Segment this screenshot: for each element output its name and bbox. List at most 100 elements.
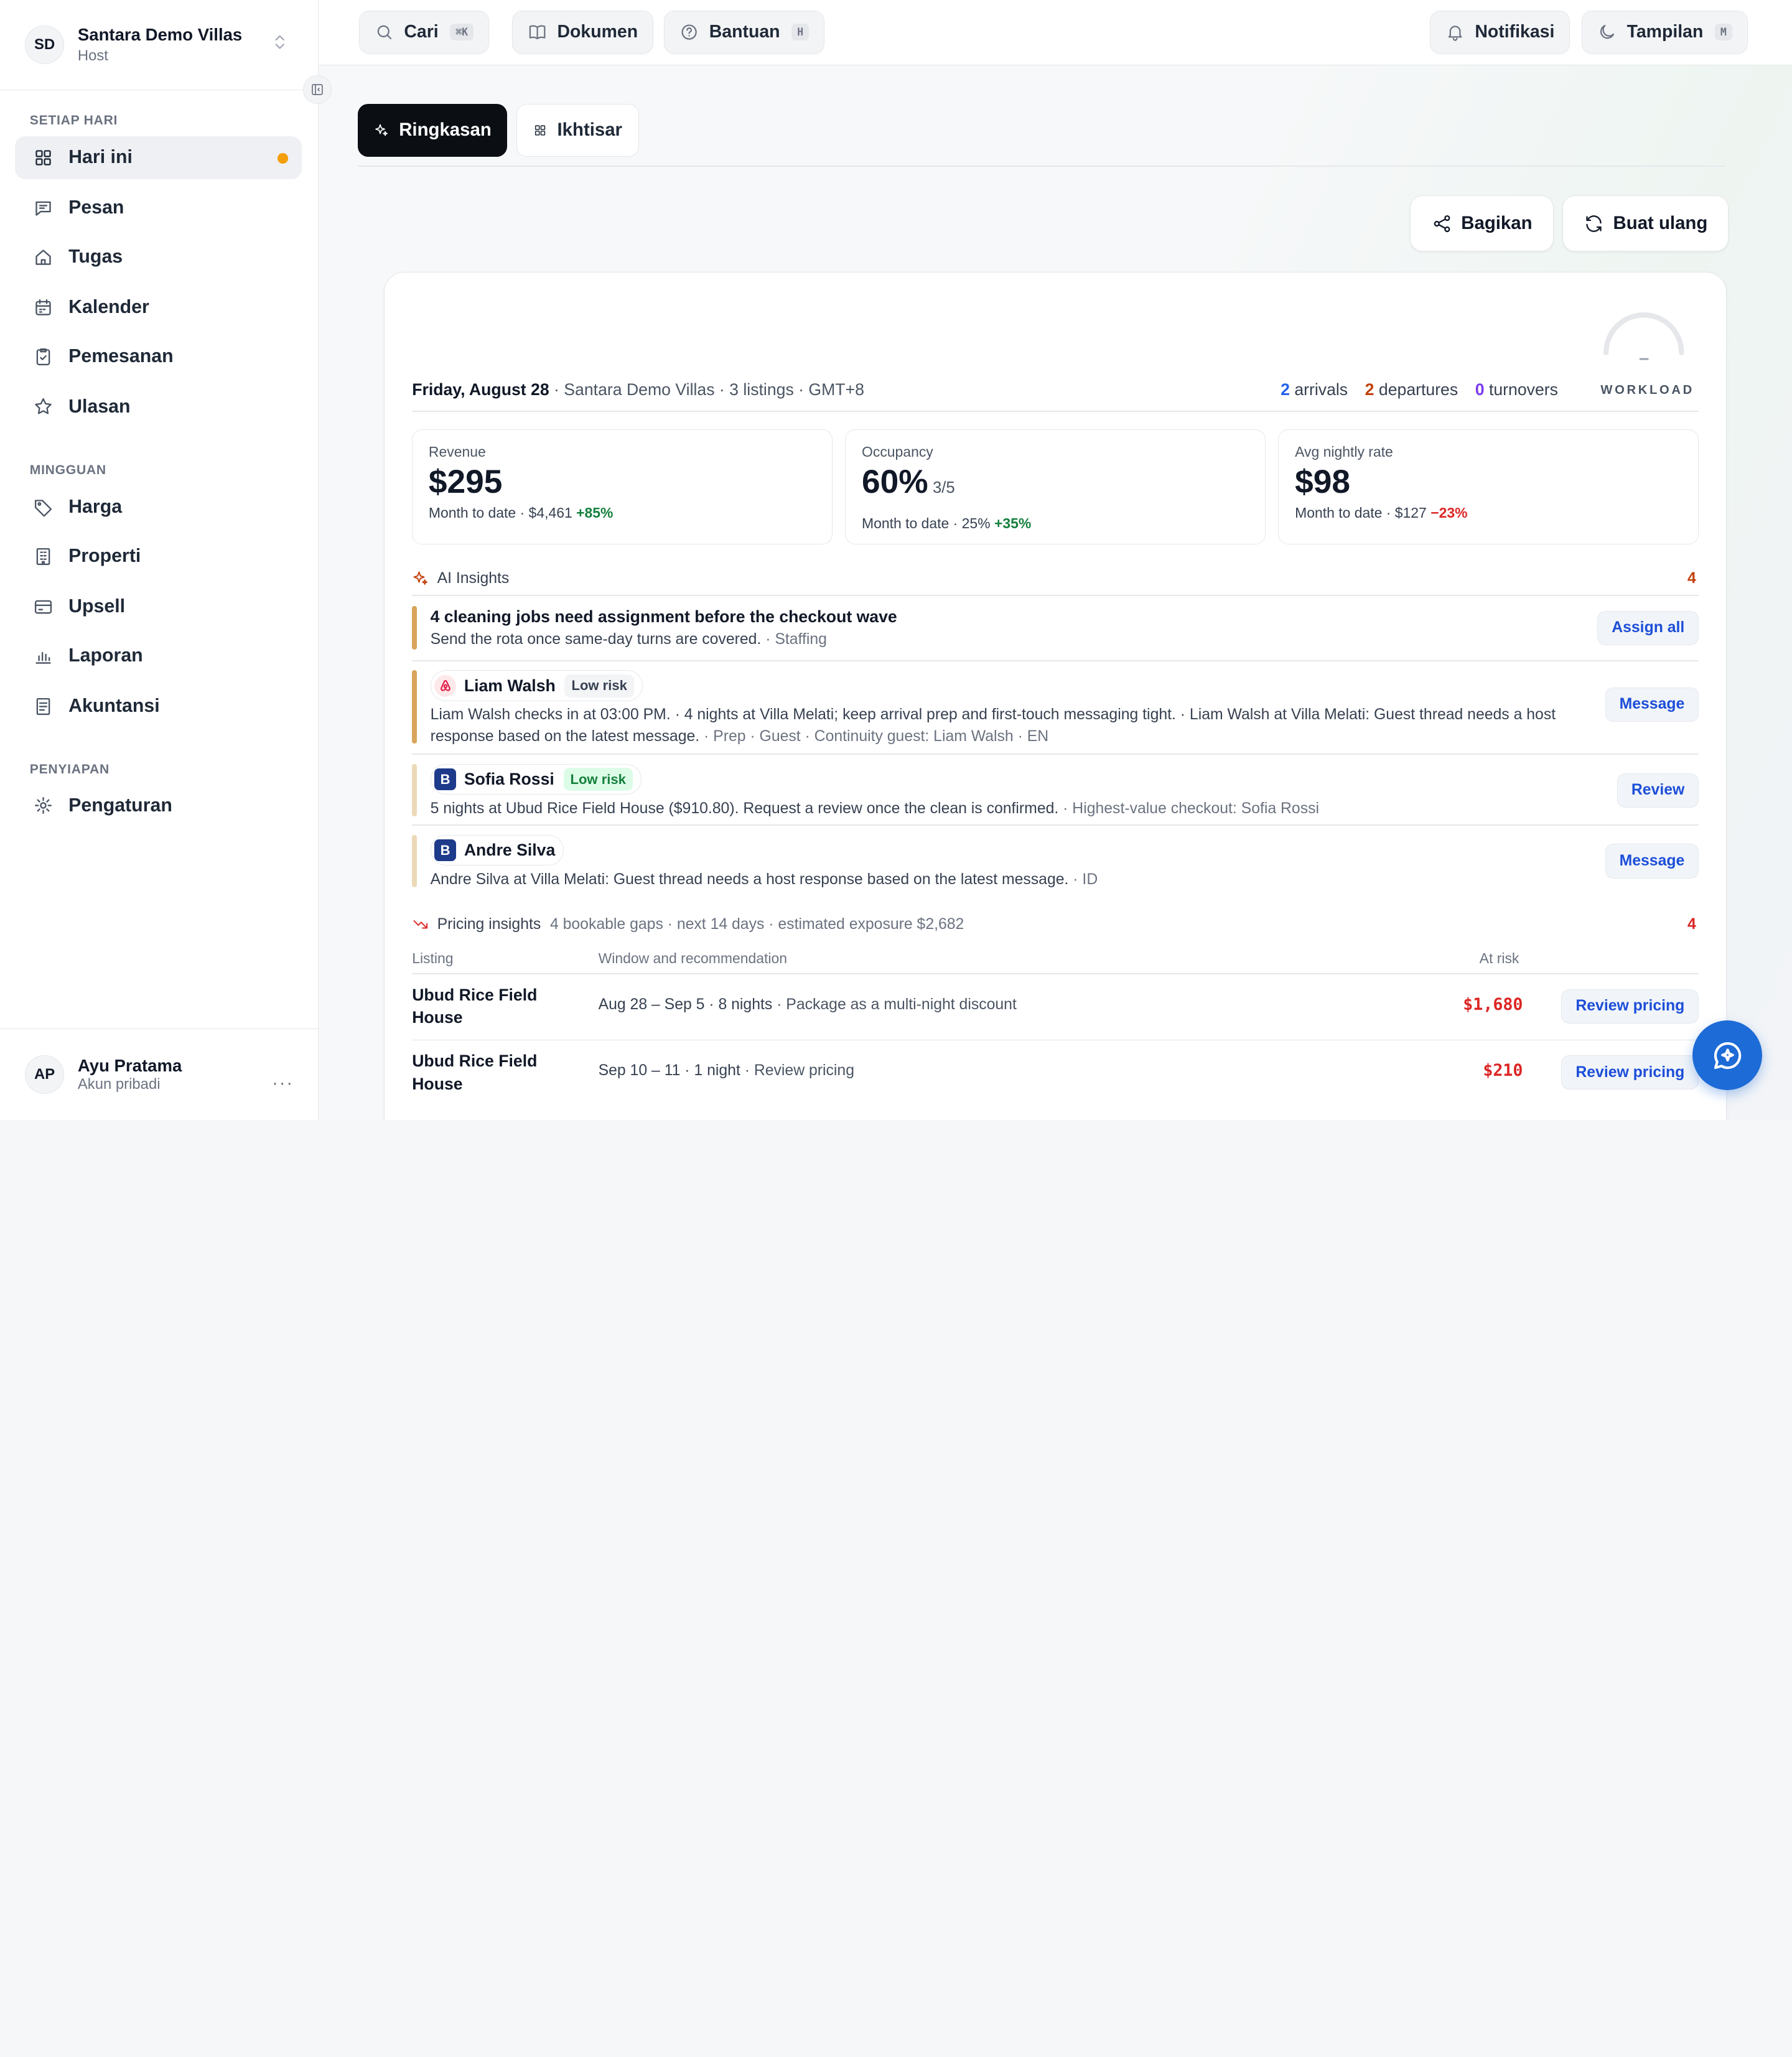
chat-sparkle-icon (1714, 1042, 1741, 1069)
sidebar-collapse-icon (311, 84, 323, 95)
stat-value: 60% 3/5 (862, 463, 955, 500)
listing-name: Ubud Rice Field House (412, 985, 538, 1027)
column-header-at-risk: At risk (1479, 950, 1519, 967)
insight-accent (412, 834, 417, 888)
sidebar-item-tasks[interactable]: Tugas (15, 235, 302, 279)
stat-delta: +85% (576, 505, 614, 521)
search-label: Cari (404, 21, 439, 42)
review-pricing-button[interactable]: Review pricing (1561, 1055, 1699, 1090)
collapse-sidebar-button[interactable] (302, 75, 332, 105)
daily-summary-card: – WORKLOAD Friday, August 28 · Santara D… (384, 272, 1727, 1120)
sidebar-item-upsell[interactable]: Upsell (15, 585, 302, 628)
sidebar-item-properties[interactable]: Properti (15, 535, 302, 579)
stat-delta: +35% (994, 515, 1032, 531)
sidebar-item-bookings[interactable]: Pemesanan (15, 335, 302, 378)
booking-icon: B (434, 768, 456, 791)
search-button[interactable]: Cari ⌘K (358, 10, 490, 54)
sidebar-item-reviews[interactable]: Ulasan (15, 385, 302, 429)
sidebar-item-settings[interactable]: Pengaturan (15, 784, 302, 828)
workload-value: – (1638, 348, 1650, 369)
regenerate-label: Buat ulang (1613, 213, 1708, 234)
sidebar-item-label: Pengaturan (68, 795, 172, 816)
workload-label: WORKLOAD (1600, 383, 1694, 398)
clipboard-check-icon (36, 348, 50, 365)
stat-card-adr: Avg nightly rate $98 Month to date · $12… (1278, 429, 1699, 545)
at-risk-value: $1,680 (1463, 994, 1523, 1014)
pricing-insights-header: Pricing insights 4 bookable gaps · next … (412, 916, 964, 933)
divider (412, 660, 1699, 661)
listing-name: Ubud Rice Field House (412, 1052, 538, 1093)
sidebar-item-label: Harga (68, 497, 123, 518)
stat-label: Avg nightly rate (1295, 443, 1393, 460)
more-options-icon[interactable]: ··· (272, 1073, 294, 1094)
guest-chip[interactable]: B Andre Silva (430, 834, 564, 866)
refresh-icon (1586, 215, 1602, 232)
sidebar-item-pricing[interactable]: Harga (15, 486, 302, 529)
shortcut-badge: M (1714, 24, 1733, 40)
guest-chip[interactable]: Liam Walsh Low risk (430, 670, 643, 701)
divider (412, 753, 1699, 755)
user-menu[interactable]: AP Ayu Pratama Akun pribadi ··· (0, 1028, 318, 1120)
stat-sub: Month to date · $127 −23% (1295, 505, 1468, 521)
building-icon (36, 548, 50, 566)
ai-insights-header: AI Insights (412, 570, 509, 587)
appearance-button[interactable]: Tampilan M (1581, 10, 1748, 54)
sidebar-item-messages[interactable]: Pesan (15, 186, 302, 230)
ai-insights-title: AI Insights (437, 569, 510, 587)
review-pricing-button[interactable]: Review pricing (1561, 989, 1699, 1024)
help-button[interactable]: Bantuan H (664, 10, 825, 54)
sidebar-item-today[interactable]: Hari ini (14, 136, 302, 180)
trending-down-icon (413, 920, 428, 929)
notifications-label: Notifikasi (1475, 21, 1555, 42)
insight-desc: Andre Silva at Villa Melati: Guest threa… (430, 870, 1098, 888)
sparkle-icon (375, 124, 388, 136)
notifications-button[interactable]: Notifikasi (1429, 10, 1570, 54)
guest-name: Liam Walsh (464, 676, 556, 695)
assistant-chat-button[interactable] (1692, 1020, 1763, 1091)
tab-overview[interactable]: Ikhtisar (516, 104, 639, 157)
avatar: AP (25, 1055, 64, 1094)
card-icon (35, 600, 52, 614)
window-text: Aug 28 – Sep 5 · 8 nights · Package as a… (598, 996, 1017, 1013)
sidebar-item-reports[interactable]: Laporan (15, 634, 302, 678)
workspace-switcher[interactable]: SD Santara Demo Villas Host (0, 0, 318, 91)
airbnb-icon (434, 674, 456, 697)
bar-chart-icon (35, 651, 51, 664)
sidebar-item-accounting[interactable]: Akuntansi (15, 684, 302, 728)
review-button[interactable]: Review (1617, 773, 1699, 808)
guest-name: Andre Silva (464, 841, 556, 860)
ledger-icon (36, 697, 50, 715)
section-title-setup: PENYIAPAN (29, 762, 110, 777)
moon-icon (1600, 24, 1614, 39)
sidebar-item-label: Laporan (68, 645, 143, 666)
stat-label: Occupancy (862, 443, 933, 460)
help-label: Bantuan (709, 21, 780, 42)
message-button[interactable]: Message (1605, 844, 1699, 879)
insight-desc: Liam Walsh checks in at 03:00 PM. · 4 ni… (430, 706, 1556, 745)
workspace-role: Host (77, 47, 108, 64)
bell-icon (1448, 26, 1462, 41)
sidebar-item-label: Hari ini (68, 147, 133, 168)
risk-badge: Low risk (564, 674, 634, 697)
at-risk-value: $210 (1483, 1061, 1523, 1081)
regenerate-button[interactable]: Buat ulang (1562, 195, 1729, 252)
insight-item: 4 cleaning jobs need assignment before t… (412, 606, 1699, 650)
share-button[interactable]: Bagikan (1410, 195, 1554, 252)
sidebar-item-label: Ulasan (68, 396, 131, 417)
assign-all-button[interactable]: Assign all (1597, 610, 1699, 645)
docs-button[interactable]: Dokumen (511, 10, 653, 54)
shortcut-badge: H (791, 24, 810, 40)
tab-summary[interactable]: Ringkasan (357, 104, 508, 157)
message-icon (35, 201, 51, 216)
message-button[interactable]: Message (1605, 687, 1699, 722)
app-root: SD Santara Demo Villas Host SETIAP HARI … (0, 0, 1792, 1120)
unread-dot (278, 153, 288, 164)
arrivals-count: 2 arrivals (1281, 380, 1348, 399)
stat-sub: Month to date · 25% +35% (862, 515, 1032, 531)
chevron-up-down-icon (275, 35, 285, 49)
sidebar-item-label: Pemesanan (68, 346, 174, 367)
shortcut-badge: ⌘K (450, 24, 474, 40)
workspace-avatar: SD (25, 25, 64, 65)
sidebar-item-calendar[interactable]: Kalender (15, 286, 302, 329)
guest-chip[interactable]: B Sofia Rossi Low risk (430, 763, 642, 795)
